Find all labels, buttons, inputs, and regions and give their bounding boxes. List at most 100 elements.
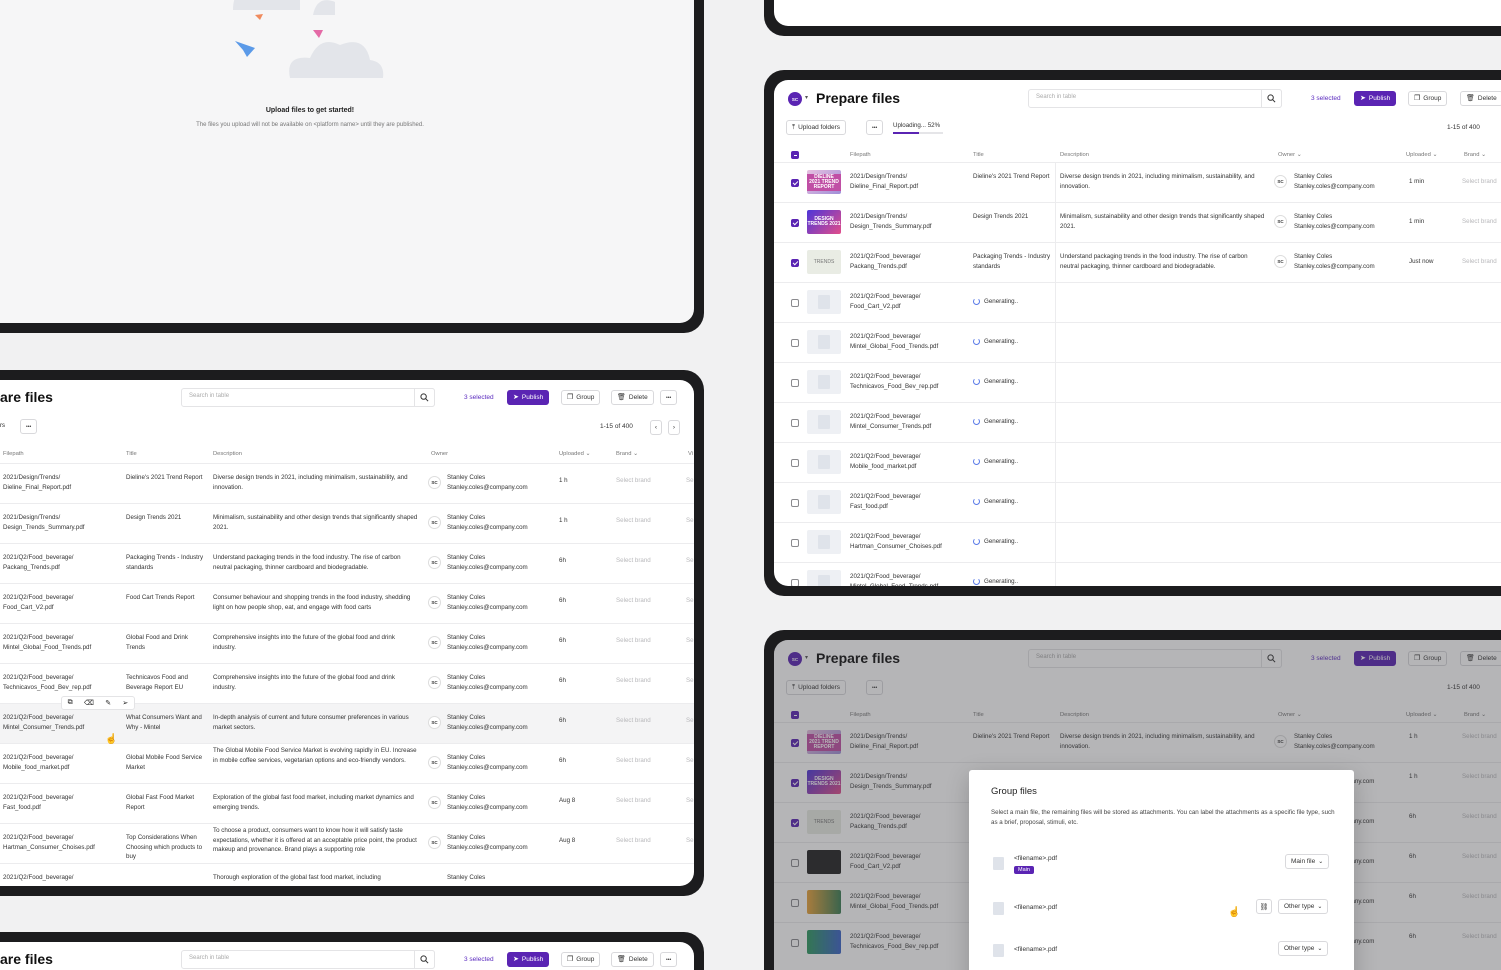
- brand-select[interactable]: Select brand: [616, 676, 651, 686]
- table-row[interactable]: 2021/Q2/Food_beverage/ Fast_food.pdf Gene…: [774, 482, 1501, 523]
- col-uploaded[interactable]: Uploaded ⌄: [1406, 152, 1437, 158]
- row-checkbox[interactable]: [791, 259, 799, 267]
- table-row[interactable]: 2021/Q2/Food_beverage/ Mintel_Consumer_T…: [774, 402, 1501, 443]
- table-row[interactable]: 2021/Q2/Food_beverage/Thorough explorati…: [0, 863, 694, 886]
- modal-file-item[interactable]: <filename>.pdf ⛓ Other type ⌄: [969, 899, 1354, 930]
- publish-button[interactable]: ➤ Publish: [507, 952, 550, 967]
- publish-button[interactable]: ➤ Publish: [1354, 91, 1397, 106]
- more-button[interactable]: •••: [660, 390, 678, 405]
- brand-select-extra[interactable]: Se: [686, 716, 694, 726]
- chevron-down-icon[interactable]: ▾: [805, 94, 808, 101]
- brand-select-extra[interactable]: Se: [686, 756, 694, 766]
- row-checkbox[interactable]: [791, 379, 799, 387]
- upload-folders-button[interactable]: ⤒ Upload folders: [786, 120, 847, 135]
- row-checkbox[interactable]: [791, 179, 799, 187]
- brand-select[interactable]: Select brand: [616, 636, 651, 646]
- group-button[interactable]: ❐ Group: [561, 390, 601, 405]
- brand-select-extra[interactable]: Se: [686, 836, 694, 846]
- brand-select[interactable]: Select brand: [616, 516, 651, 526]
- group-button[interactable]: ❐ Group: [561, 952, 601, 967]
- brand-select[interactable]: Select brand: [1462, 217, 1497, 227]
- table-row[interactable]: 2021/Q2/Food_beverage/ Packang_Trends.pd…: [0, 543, 694, 583]
- open-external-icon[interactable]: ⧉: [68, 699, 73, 707]
- brand-select[interactable]: Select brand: [1462, 257, 1497, 267]
- col-title[interactable]: Title: [973, 152, 984, 158]
- table-row[interactable]: 2021/Design/Trends/ Dieline_Final_Report…: [0, 463, 694, 503]
- col-brand[interactable]: Brand ⌄: [616, 451, 638, 457]
- modal-file-item[interactable]: <filename>.pdf Other type ⌄: [969, 941, 1354, 970]
- prev-page-button[interactable]: ‹: [650, 420, 662, 435]
- search-input[interactable]: Search in table: [1028, 89, 1282, 108]
- publish-button[interactable]: ➤ Publish: [507, 390, 550, 405]
- row-checkbox[interactable]: [791, 419, 799, 427]
- table-row[interactable]: 2021/Q2/Food_beverage/ Mobile_food_marke…: [0, 743, 694, 783]
- col-filepath[interactable]: Filepath: [850, 152, 871, 158]
- brand-select[interactable]: Select brand: [1462, 177, 1497, 187]
- delete-button[interactable]: 🗑 Delete: [611, 390, 654, 405]
- brand-select[interactable]: Select brand: [616, 716, 651, 726]
- next-page-button[interactable]: ›: [668, 420, 680, 435]
- col-description[interactable]: Description: [213, 451, 242, 457]
- eraser-icon[interactable]: ⌫: [84, 699, 94, 707]
- col-owner[interactable]: Owner: [431, 451, 448, 457]
- col-owner[interactable]: Owner ⌄: [1278, 152, 1302, 158]
- row-checkbox[interactable]: [791, 539, 799, 547]
- brand-select-extra[interactable]: Se: [686, 516, 694, 526]
- group-button[interactable]: ❐ Group: [1408, 91, 1448, 106]
- more-button[interactable]: •••: [20, 419, 38, 434]
- brand-select[interactable]: Select brand: [616, 476, 651, 486]
- table-row[interactable]: 2021/Q2/Food_beverage/ Mobile_food_marke…: [774, 442, 1501, 483]
- brand-select-extra[interactable]: Se: [686, 676, 694, 686]
- select-all-checkbox[interactable]: [791, 151, 799, 159]
- table-row[interactable]: DIELINE 2021 TREND REPORT 2021/Design/Tre…: [774, 162, 1501, 203]
- table-row[interactable]: 2021/Q2/Food_beverage/ Food_Cart_V2.pdf G…: [774, 282, 1501, 323]
- col-description[interactable]: Description: [1060, 152, 1089, 158]
- brand-select[interactable]: Select brand: [616, 756, 651, 766]
- table-row[interactable]: TRENDS 2021/Q2/Food_beverage/ Packang_Tre…: [774, 242, 1501, 283]
- pencil-icon[interactable]: ✎: [105, 699, 111, 707]
- brand-select-extra[interactable]: Se: [686, 636, 694, 646]
- unlink-button[interactable]: ⛓: [1256, 899, 1272, 914]
- brand-select[interactable]: Select brand: [616, 596, 651, 606]
- brand-select-extra[interactable]: Se: [686, 796, 694, 806]
- row-checkbox[interactable]: [791, 499, 799, 507]
- modal-file-item[interactable]: <filename>.pdf Main Main file ⌄: [969, 854, 1354, 885]
- col-filepath[interactable]: Filepath: [3, 451, 24, 457]
- search-button[interactable]: [414, 388, 435, 407]
- table-row[interactable]: 2021/Q2/Food_beverage/ Hartman_Consumer_…: [774, 522, 1501, 563]
- brand-select-extra[interactable]: Se: [686, 596, 694, 606]
- table-row[interactable]: 2021/Design/Trends/ Design_Trends_Summar…: [0, 503, 694, 543]
- table-row[interactable]: 2021/Q2/Food_beverage/ Mintel_Global_Foo…: [774, 562, 1501, 586]
- col-extra[interactable]: Vi: [688, 451, 693, 457]
- col-uploaded[interactable]: Uploaded ⌄: [559, 451, 590, 457]
- brand-select-extra[interactable]: Se: [686, 476, 694, 486]
- file-type-select[interactable]: Other type ⌄: [1278, 941, 1329, 956]
- row-checkbox[interactable]: [791, 299, 799, 307]
- table-row[interactable]: 2021/Q2/Food_beverage/ Fast_food.pdf Glob…: [0, 783, 694, 823]
- table-row[interactable]: DESIGN TRENDS 2021 2021/Design/Trends/ De…: [774, 202, 1501, 243]
- upload-folders-cropped[interactable]: rs: [0, 423, 5, 429]
- file-type-select[interactable]: Main file ⌄: [1285, 854, 1330, 869]
- table-row[interactable]: 2021/Q2/Food_beverage/ Hartman_Consumer_…: [0, 823, 694, 863]
- file-type-select[interactable]: Other type ⌄: [1278, 899, 1329, 914]
- row-checkbox[interactable]: [791, 459, 799, 467]
- table-row[interactable]: 2021/Q2/Food_beverage/ Mintel_Global_Foo…: [774, 322, 1501, 363]
- col-brand[interactable]: Brand ⌄: [1464, 152, 1486, 158]
- row-checkbox[interactable]: [791, 339, 799, 347]
- brand-select[interactable]: Select brand: [616, 796, 651, 806]
- send-icon[interactable]: ➢: [122, 699, 128, 707]
- search-button[interactable]: [414, 950, 435, 969]
- row-checkbox[interactable]: [791, 219, 799, 227]
- table-row[interactable]: 2021/Q2/Food_beverage/ Mintel_Global_Foo…: [0, 623, 694, 663]
- workspace-avatar[interactable]: SC: [788, 92, 802, 106]
- brand-select[interactable]: Select brand: [616, 836, 651, 846]
- brand-select[interactable]: Select brand: [616, 556, 651, 566]
- delete-button[interactable]: 🗑 Delete: [611, 952, 654, 967]
- search-input[interactable]: Search in table: [181, 388, 435, 407]
- table-row[interactable]: 2021/Q2/Food_beverage/ Technicavos_Food_…: [774, 362, 1501, 403]
- brand-select-extra[interactable]: Se: [686, 556, 694, 566]
- search-input[interactable]: Search in table: [181, 950, 435, 969]
- more-button[interactable]: •••: [660, 952, 678, 967]
- col-title[interactable]: Title: [126, 451, 137, 457]
- delete-button[interactable]: 🗑 Delete: [1460, 91, 1501, 106]
